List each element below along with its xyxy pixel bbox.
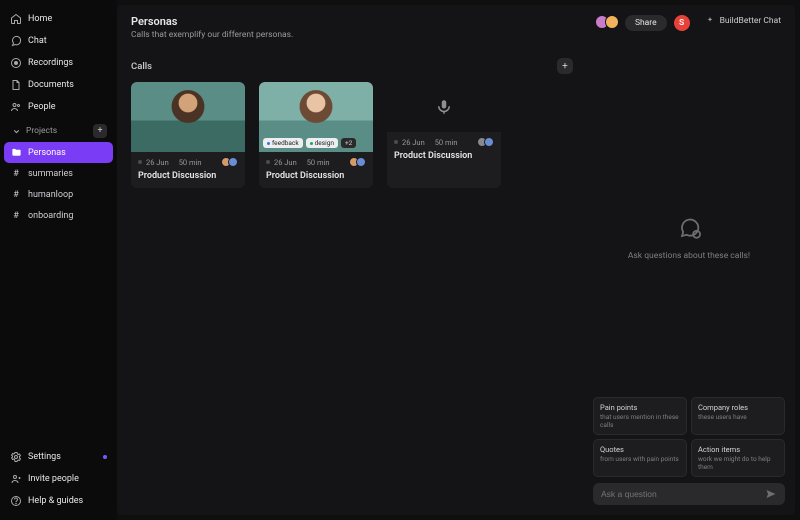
- main-content: Personas Calls that exemplify our differ…: [117, 5, 795, 515]
- nav-recordings[interactable]: Recordings: [4, 52, 113, 74]
- projects-header[interactable]: Projects +: [4, 118, 113, 142]
- chat-icon: [10, 35, 22, 47]
- hash-icon: #: [10, 189, 22, 201]
- record-icon: [10, 57, 22, 69]
- nav-chat[interactable]: Chat: [4, 30, 113, 52]
- folder-icon: [10, 147, 22, 159]
- nav-label: Help & guides: [28, 496, 83, 506]
- hash-icon: #: [10, 168, 22, 180]
- call-duration: 50 min: [307, 158, 330, 167]
- sparkle-icon: [704, 15, 716, 27]
- status-dot: [138, 160, 142, 164]
- gear-icon: [10, 451, 22, 463]
- chat-link-label: BuildBetter Chat: [720, 16, 781, 26]
- avatar: [605, 15, 619, 29]
- call-title: Product Discussion: [394, 151, 494, 161]
- nav-label: Documents: [28, 80, 74, 90]
- nav-label: People: [28, 102, 56, 112]
- help-icon: [10, 495, 22, 507]
- nav-help[interactable]: Help & guides: [4, 490, 113, 512]
- status-dot: [394, 140, 398, 144]
- call-thumbnail: [131, 82, 245, 152]
- home-icon: [10, 13, 22, 25]
- tag-feedback[interactable]: feedback: [263, 138, 303, 148]
- tag-more[interactable]: +2: [341, 138, 356, 148]
- nav-settings[interactable]: Settings: [4, 446, 113, 468]
- chat-input[interactable]: [601, 489, 759, 499]
- sidebar: Home Chat Recordings Documents People Pr…: [0, 0, 117, 520]
- nav-documents[interactable]: Documents: [4, 74, 113, 96]
- participants: [480, 137, 494, 147]
- nav-label: Settings: [28, 452, 61, 462]
- chat-panel: Ask questions about these calls! Pain po…: [587, 44, 795, 515]
- project-label: humanloop: [28, 190, 73, 200]
- call-card[interactable]: feedback design +2 26 Jun 50 min: [259, 82, 373, 188]
- participants: [352, 157, 366, 167]
- chevron-down-icon: [10, 125, 22, 137]
- participants: [224, 157, 238, 167]
- call-date: 26 Jun: [146, 158, 169, 167]
- project-onboarding[interactable]: # onboarding: [4, 205, 113, 226]
- add-call-button[interactable]: +: [557, 58, 573, 74]
- user-avatar[interactable]: S: [674, 15, 690, 31]
- call-duration: 50 min: [435, 138, 458, 147]
- collaborator-avatars[interactable]: [599, 15, 619, 29]
- chat-bubble-icon: [675, 215, 703, 243]
- call-title: Product Discussion: [266, 171, 366, 181]
- document-icon: [10, 79, 22, 91]
- nav-label: Home: [28, 14, 52, 24]
- status-dot: [266, 160, 270, 164]
- nav-people[interactable]: People: [4, 96, 113, 118]
- people-icon: [10, 101, 22, 113]
- call-card[interactable]: 26 Jun 50 min Product Discussion: [131, 82, 245, 188]
- nav-home[interactable]: Home: [4, 8, 113, 30]
- chat-input-row[interactable]: [593, 483, 785, 505]
- add-project-button[interactable]: +: [93, 124, 107, 138]
- call-thumbnail: feedback design +2: [259, 82, 373, 152]
- project-personas[interactable]: Personas: [4, 142, 113, 163]
- call-thumbnail-audio: [387, 82, 501, 132]
- calls-heading: Calls: [131, 61, 152, 72]
- call-card[interactable]: 26 Jun 50 min Product Discussion: [387, 82, 501, 188]
- suggestion-company-roles[interactable]: Company roles these users have: [691, 397, 785, 435]
- call-date: 26 Jun: [274, 158, 297, 167]
- nav-invite[interactable]: Invite people: [4, 468, 113, 490]
- call-date: 26 Jun: [402, 138, 425, 147]
- page-title: Personas: [131, 15, 599, 28]
- chat-empty-prompt: Ask questions about these calls!: [628, 251, 750, 261]
- nav-label: Recordings: [28, 58, 73, 68]
- share-button[interactable]: Share: [625, 15, 667, 31]
- project-summaries[interactable]: # summaries: [4, 163, 113, 184]
- topbar: Personas Calls that exemplify our differ…: [117, 5, 795, 44]
- hash-icon: #: [10, 210, 22, 222]
- suggestion-action-items[interactable]: Action items work we might do to help th…: [691, 439, 785, 477]
- calls-section: Calls + 26 Jun 50 min: [117, 44, 587, 515]
- suggestion-pain-points[interactable]: Pain points that users mention in these …: [593, 397, 687, 435]
- projects-label: Projects: [26, 126, 57, 136]
- page-subtitle: Calls that exemplify our different perso…: [131, 30, 599, 40]
- call-duration: 50 min: [179, 158, 202, 167]
- add-user-icon: [10, 473, 22, 485]
- send-icon[interactable]: [765, 488, 777, 500]
- nav-label: Invite people: [28, 474, 79, 484]
- settings-indicator: [103, 455, 107, 459]
- nav-label: Chat: [28, 36, 47, 46]
- microphone-icon: [435, 98, 453, 116]
- tag-design[interactable]: design: [306, 138, 338, 148]
- buildbetter-chat-link[interactable]: BuildBetter Chat: [704, 15, 781, 27]
- suggestion-quotes[interactable]: Quotes from users with pain points: [593, 439, 687, 477]
- call-title: Product Discussion: [138, 171, 238, 181]
- project-humanloop[interactable]: # humanloop: [4, 184, 113, 205]
- project-label: Personas: [28, 148, 66, 158]
- project-label: onboarding: [28, 211, 73, 221]
- project-label: summaries: [28, 169, 73, 179]
